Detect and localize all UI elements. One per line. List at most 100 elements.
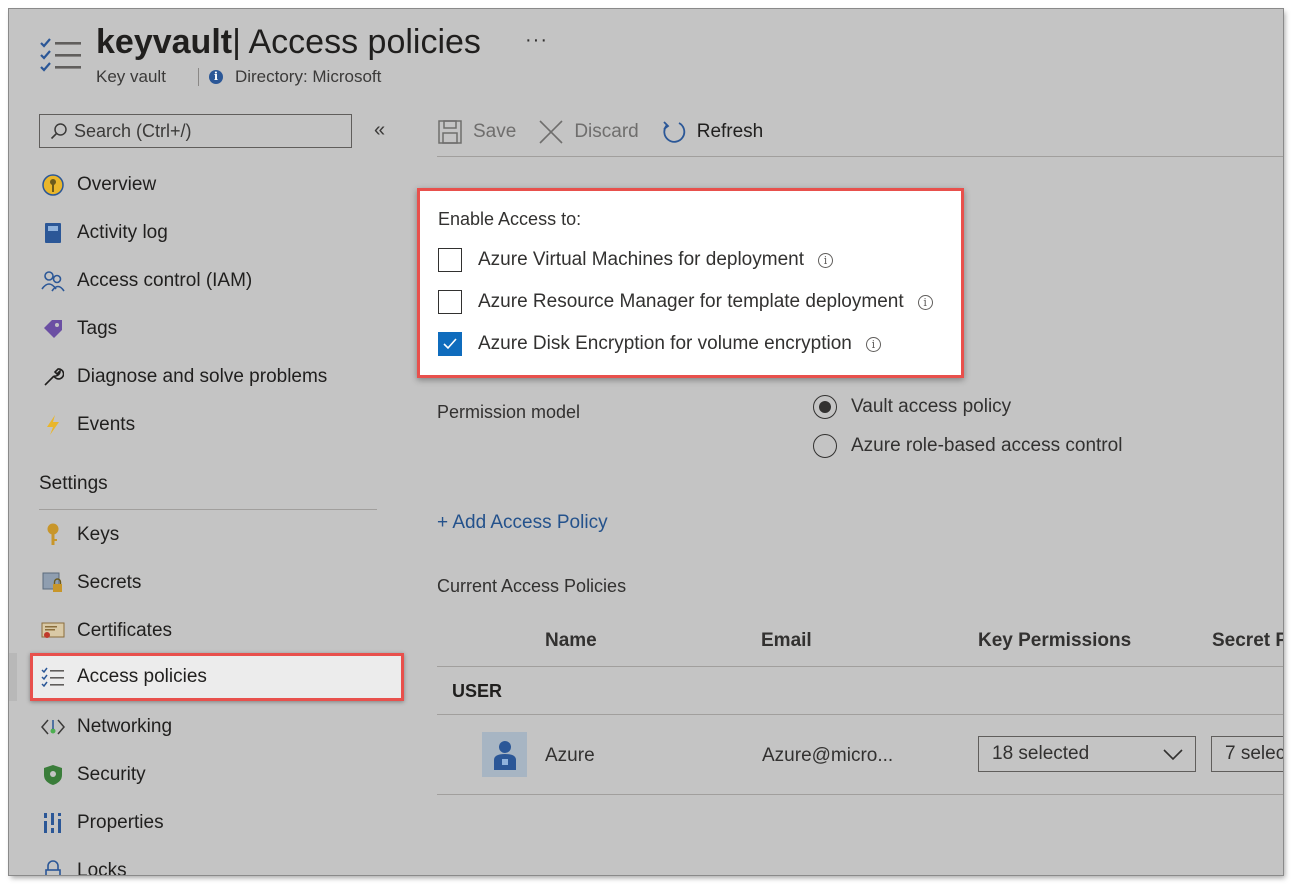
save-label: Save: [473, 121, 517, 142]
overview-icon: [39, 173, 67, 197]
chevron-down-icon: [1163, 749, 1183, 761]
checkmark-icon: [443, 338, 457, 350]
close-icon: [539, 120, 563, 144]
key-icon: [39, 523, 67, 547]
dropdown-value: 18 selected: [992, 743, 1090, 764]
sidebar-item-label: Tags: [77, 318, 118, 339]
page-title-text: | Access policies: [232, 23, 481, 61]
resource-name: keyvault: [96, 23, 233, 61]
sidebar-item-label: Overview: [77, 174, 157, 195]
search-input[interactable]: Search (Ctrl+/): [39, 114, 352, 148]
info-icon: i: [208, 70, 223, 84]
disk-encryption-option[interactable]: Azure Disk Encryption for volume encrypt…: [438, 330, 881, 358]
tag-icon: [39, 317, 67, 341]
sidebar-item-label: Certificates: [77, 620, 173, 641]
sidebar-item-label: Keys: [77, 524, 120, 545]
people-icon: [39, 269, 67, 293]
wrench-icon: [39, 365, 67, 389]
sidebar-item-overview[interactable]: Overview: [29, 163, 409, 207]
secret-permissions-dropdown[interactable]: 7 selec: [1211, 736, 1283, 772]
sidebar-item-label: Locks: [77, 860, 127, 875]
sidebar-item-certificates[interactable]: Certificates: [29, 609, 409, 653]
divider: [197, 68, 199, 86]
shield-icon: [39, 763, 67, 787]
sidebar-item-label: Access policies: [77, 666, 207, 687]
sidebar-item-locks[interactable]: Locks: [29, 849, 409, 875]
certificate-icon: [39, 619, 67, 643]
dropdown-value: 7 selec: [1225, 743, 1283, 764]
sidebar-item-security[interactable]: Security: [29, 753, 409, 797]
current-access-policies-label: Current Access Policies: [437, 576, 627, 596]
permission-model-label: Permission model: [437, 402, 581, 422]
policy-name: Azure: [545, 745, 595, 766]
option-label: Azure role-based access control: [851, 435, 1123, 456]
rbac-option[interactable]: Azure role-based access control: [813, 432, 1122, 460]
sidebar-item-secrets[interactable]: Secrets: [29, 561, 409, 605]
sidebar-item-tags[interactable]: Tags: [29, 307, 409, 351]
divider: [437, 714, 1283, 715]
access-policies-icon: [39, 37, 83, 77]
activity-log-icon: [39, 221, 67, 245]
resource-type: Key vault: [96, 67, 166, 86]
refresh-button[interactable]: Refresh: [661, 119, 763, 145]
save-button[interactable]: Save: [437, 119, 516, 145]
enable-access-title: Enable Access to:: [438, 209, 582, 229]
sidebar-item-diagnose[interactable]: Diagnose and solve problems: [29, 355, 409, 399]
command-bar: Save Discard Refresh: [437, 115, 785, 149]
option-label: Azure Resource Manager for template depl…: [478, 291, 904, 312]
networking-icon: [39, 715, 67, 739]
divider: [437, 794, 1283, 795]
discard-button[interactable]: Discard: [538, 119, 639, 145]
group-header-user: USER: [452, 681, 503, 701]
divider: [39, 509, 377, 510]
info-icon[interactable]: i: [865, 336, 881, 352]
sidebar-item-access-control[interactable]: Access control (IAM): [29, 259, 409, 303]
column-header-email[interactable]: Email: [761, 630, 812, 652]
sidebar-item-label: Activity log: [77, 222, 168, 243]
settings-section-label: Settings: [39, 473, 108, 494]
sidebar-item-properties[interactable]: Properties: [29, 801, 409, 845]
refresh-icon: [663, 121, 685, 143]
info-icon[interactable]: i: [917, 294, 933, 310]
radio-selected-dot: [819, 401, 831, 413]
sidebar-item-label: Diagnose and solve problems: [77, 366, 328, 387]
sidebar-item-activity-log[interactable]: Activity log: [29, 211, 409, 255]
secret-icon: [39, 571, 67, 595]
header-subtitle: Key vault i Directory: Microsoft: [96, 67, 381, 87]
column-header-secret-permissions[interactable]: Secret P: [1212, 630, 1283, 652]
save-icon: [438, 120, 462, 144]
arm-deployment-option[interactable]: Azure Resource Manager for template depl…: [438, 288, 933, 316]
sidebar-item-label: Security: [77, 764, 146, 785]
rbac-radio[interactable]: [813, 434, 837, 458]
add-access-policy-link[interactable]: + Add Access Policy: [437, 512, 608, 534]
user-avatar-icon: [482, 732, 527, 777]
sidebar-item-label: Events: [77, 414, 136, 435]
column-header-name[interactable]: Name: [545, 630, 597, 652]
divider: [437, 156, 1283, 157]
key-permissions-dropdown[interactable]: 18 selected: [978, 736, 1196, 772]
vm-deployment-checkbox[interactable]: [438, 248, 462, 272]
info-icon[interactable]: i: [817, 252, 833, 268]
lightning-icon: [39, 413, 67, 437]
sidebar-item-events[interactable]: Events: [29, 403, 409, 447]
app-frame: keyvault| Access policies ··· Key vault …: [9, 9, 1283, 875]
search-placeholder: Search (Ctrl+/): [74, 120, 192, 141]
sidebar-item-access-policies[interactable]: Access policies: [29, 655, 409, 699]
page-title: keyvault| Access policies: [96, 23, 481, 62]
collapse-sidebar-button[interactable]: «: [374, 119, 385, 142]
option-label: Azure Virtual Machines for deployment: [478, 249, 804, 270]
vault-access-policy-radio[interactable]: [813, 395, 837, 419]
arm-deployment-checkbox[interactable]: [438, 290, 462, 314]
more-options-button[interactable]: ···: [525, 29, 548, 52]
disk-encryption-checkbox[interactable]: [438, 332, 462, 356]
policy-email: Azure@micro...: [762, 745, 894, 766]
sidebar-item-label: Properties: [77, 812, 164, 833]
sidebar-item-networking[interactable]: Networking: [29, 705, 409, 749]
vault-access-policy-option[interactable]: Vault access policy: [813, 393, 1011, 421]
lock-icon: [39, 859, 67, 875]
option-label: Azure Disk Encryption for volume encrypt…: [478, 333, 852, 354]
column-header-key-permissions[interactable]: Key Permissions: [978, 630, 1131, 652]
sidebar-item-label: Access control (IAM): [77, 270, 253, 291]
vm-deployment-option[interactable]: Azure Virtual Machines for deployment i: [438, 246, 833, 274]
sidebar-item-keys[interactable]: Keys: [29, 513, 409, 557]
